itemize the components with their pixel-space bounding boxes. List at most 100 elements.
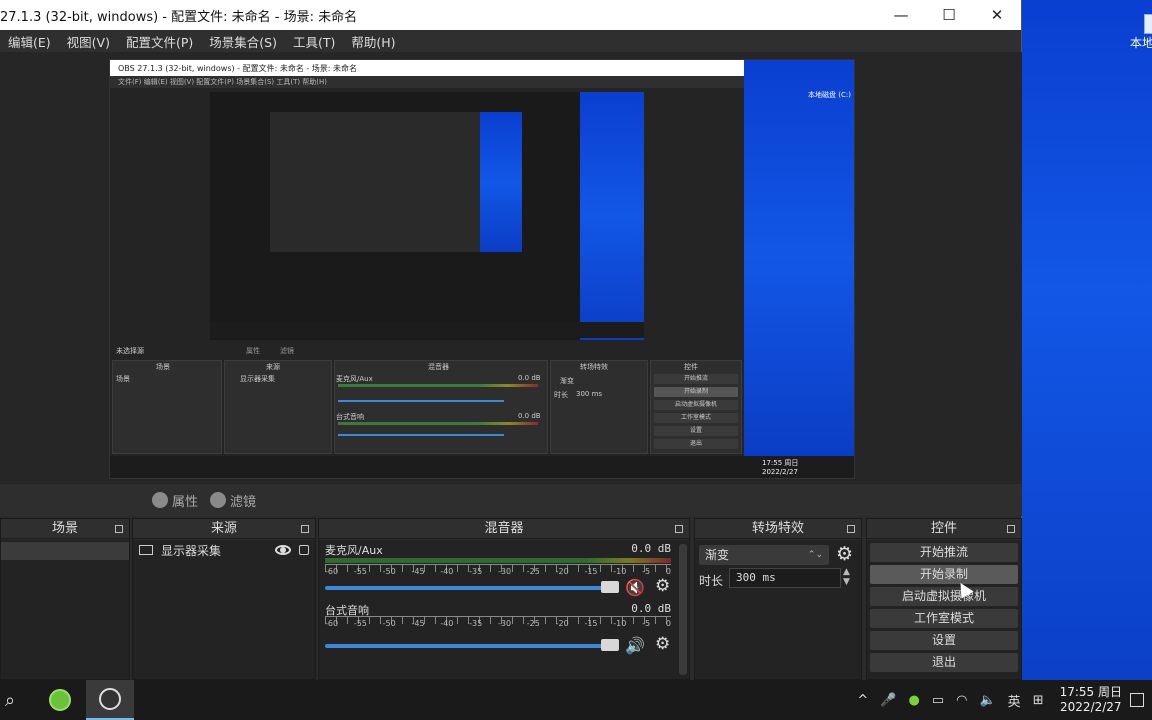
nested-ctl-5: 退出: [654, 439, 738, 449]
scenes-list[interactable]: [1, 540, 129, 679]
channel-db: 0.0 dB: [631, 542, 671, 555]
show-hidden-icons[interactable]: ^: [857, 693, 868, 708]
source-item-label: 显示器采集: [161, 543, 222, 558]
gear-icon[interactable]: ⚙: [655, 634, 670, 654]
network-icon[interactable]: ◠: [956, 693, 967, 708]
duration-input[interactable]: 300 ms: [729, 568, 841, 588]
properties-label: 属性: [172, 494, 199, 510]
controls-dock: 控件 开始推流 开始录制 启动虚拟摄像机 工作室模式 设置 退出: [866, 518, 1022, 680]
mixer-scrollbar[interactable]: [679, 544, 687, 675]
input-language[interactable]: 英: [1008, 691, 1021, 710]
nested-menu: 文件(F) 编辑(E) 视图(V) 配置文件(P) 场景集合(S) 工具(T) …: [110, 76, 744, 88]
settings-button[interactable]: 设置: [870, 631, 1018, 650]
nested-mic-meter: [338, 384, 538, 387]
menu-edit[interactable]: 编辑(E): [0, 32, 59, 51]
filters-button[interactable]: 滤镜: [210, 490, 256, 510]
desktop-drive-icon[interactable]: 本地: [1130, 14, 1152, 51]
volume-meter: [325, 558, 671, 563]
microphone-icon[interactable]: 🎤: [880, 693, 896, 708]
nested-mic-label: 麦克风/Aux: [336, 375, 373, 383]
speaker-icon[interactable]: 🔊: [625, 636, 645, 655]
gear-icon: [152, 492, 168, 508]
properties-button[interactable]: 属性: [152, 490, 198, 510]
clock[interactable]: 17:55 周日 2022/2/27: [1060, 685, 1122, 715]
visibility-eye-icon[interactable]: [275, 545, 291, 555]
preview-area: OBS 27.1.3 (32-bit, windows) - 配置文件: 未命名…: [0, 52, 1022, 484]
sources-dock-title: 来源: [210, 521, 237, 536]
controls-dock-title: 控件: [930, 521, 957, 536]
start-streaming-button[interactable]: 开始推流: [870, 543, 1018, 562]
muted-speaker-icon[interactable]: 🔇: [625, 578, 645, 597]
volume-slider-handle[interactable]: [601, 639, 619, 651]
ime-icon[interactable]: ⊞: [1033, 693, 1044, 708]
gear-icon[interactable]: ⚙: [655, 576, 670, 596]
nested-desktop-audio-label: 台式音响: [336, 413, 364, 421]
gear-icon[interactable]: ⚙: [836, 543, 853, 565]
volume-icon[interactable]: 🔈: [979, 693, 995, 708]
transition-selected: 渐变: [705, 548, 730, 562]
title-bar[interactable]: 27.1.3 (32-bit, windows) - 配置文件: 未命名 - 场…: [0, 0, 1021, 30]
transitions-body: 渐变 ⌃⌄ ⚙ 时长 300 ms ▲ ▼: [695, 540, 861, 679]
meter-scale: -60 -55 -50 -45 -40 -35 -30 -25 -20 -15 -10 -5 0: [325, 567, 671, 576]
scenes-dock-header: 场景: [1, 519, 129, 539]
audio-mixer-dock: 混音器 麦克风/Aux 0.0 dB -60 -55 -50 -45 -40 -35 -30…: [318, 518, 690, 680]
app-tray-icon[interactable]: ●: [909, 693, 920, 708]
menu-view[interactable]: 视图(V): [59, 32, 118, 51]
scene-item[interactable]: [1, 542, 129, 560]
notification-icon[interactable]: [1130, 693, 1144, 707]
battery-icon[interactable]: ▭: [932, 693, 944, 708]
transitions-dock-header: 转场特效: [695, 519, 861, 539]
meter-scale: -60 -55 -50 -45 -40 -35 -30 -25 -20 -15 -10 -5 0: [325, 619, 671, 628]
clock-date: 2022/2/27: [1060, 700, 1122, 714]
channel-db: 0.0 dB: [631, 602, 671, 615]
desktop-icon-label: 本地: [1130, 36, 1152, 50]
nested-desktop-icon-label: 本地磁盘 (C:): [808, 91, 851, 99]
nested-mic-slider: [338, 400, 504, 402]
filter-icon: [210, 492, 226, 508]
filters-label: 滤镜: [230, 494, 257, 510]
volume-slider[interactable]: [325, 586, 615, 590]
scenes-dock-title: 场景: [51, 521, 78, 536]
lock-icon[interactable]: [299, 545, 309, 555]
sources-dock-header: 来源: [133, 519, 315, 539]
menu-help[interactable]: 帮助(H): [343, 32, 403, 51]
duration-stepper[interactable]: ▲ ▼: [843, 567, 850, 587]
exit-button[interactable]: 退出: [870, 653, 1018, 672]
sources-list[interactable]: 显示器采集: [133, 540, 315, 679]
nested-preview-desktop: [580, 92, 644, 340]
search-icon[interactable]: ⌕: [0, 680, 20, 720]
duration-label: 时长: [699, 574, 724, 588]
start-virtual-camera-button[interactable]: 启动虚拟摄像机: [870, 587, 1018, 606]
volume-slider-handle[interactable]: [601, 581, 619, 593]
nested-clock-time: 17:55 周日: [762, 459, 799, 467]
undock-icon[interactable]: [1007, 525, 1015, 533]
taskbar-app-obs[interactable]: [86, 680, 134, 720]
close-button[interactable]: ✕: [973, 0, 1021, 30]
nested-desktop: [744, 60, 854, 456]
start-recording-button[interactable]: 开始录制: [870, 565, 1018, 584]
maximize-button[interactable]: ☐: [925, 0, 973, 30]
clock-time: 17:55 周日: [1059, 685, 1122, 699]
nested-no-source: 未选择源: [116, 347, 144, 355]
nested-preview-deep: [270, 112, 480, 252]
taskbar-app-green[interactable]: [40, 680, 80, 720]
transition-select[interactable]: 渐变 ⌃⌄: [699, 545, 829, 565]
controls-body: 开始推流 开始录制 启动虚拟摄像机 工作室模式 设置 退出: [867, 540, 1021, 679]
undock-icon[interactable]: [115, 525, 123, 533]
source-toolbar: 属性 滤镜: [0, 484, 1022, 516]
mixer-channel-mic: 麦克风/Aux 0.0 dB -60 -55 -50 -45 -40 -35 -30 -25-…: [323, 542, 677, 602]
studio-mode-button[interactable]: 工作室模式: [870, 609, 1018, 628]
undock-icon[interactable]: [847, 525, 855, 533]
volume-slider[interactable]: [325, 644, 615, 648]
menu-tools[interactable]: 工具(T): [285, 32, 343, 51]
source-item[interactable]: 显示器采集: [133, 540, 315, 560]
undock-icon[interactable]: [301, 525, 309, 533]
preview-canvas[interactable]: OBS 27.1.3 (32-bit, windows) - 配置文件: 未命名…: [109, 59, 855, 479]
transitions-dock-title: 转场特效: [751, 521, 804, 536]
undock-icon[interactable]: [675, 525, 683, 533]
nested-ctl-4: 设置: [654, 426, 738, 436]
menu-profile[interactable]: 配置文件(P): [118, 32, 201, 51]
nested-mic-db: 0.0 dB: [518, 374, 541, 382]
menu-scene-collection[interactable]: 场景集合(S): [201, 32, 285, 51]
minimize-button[interactable]: —: [877, 0, 925, 30]
